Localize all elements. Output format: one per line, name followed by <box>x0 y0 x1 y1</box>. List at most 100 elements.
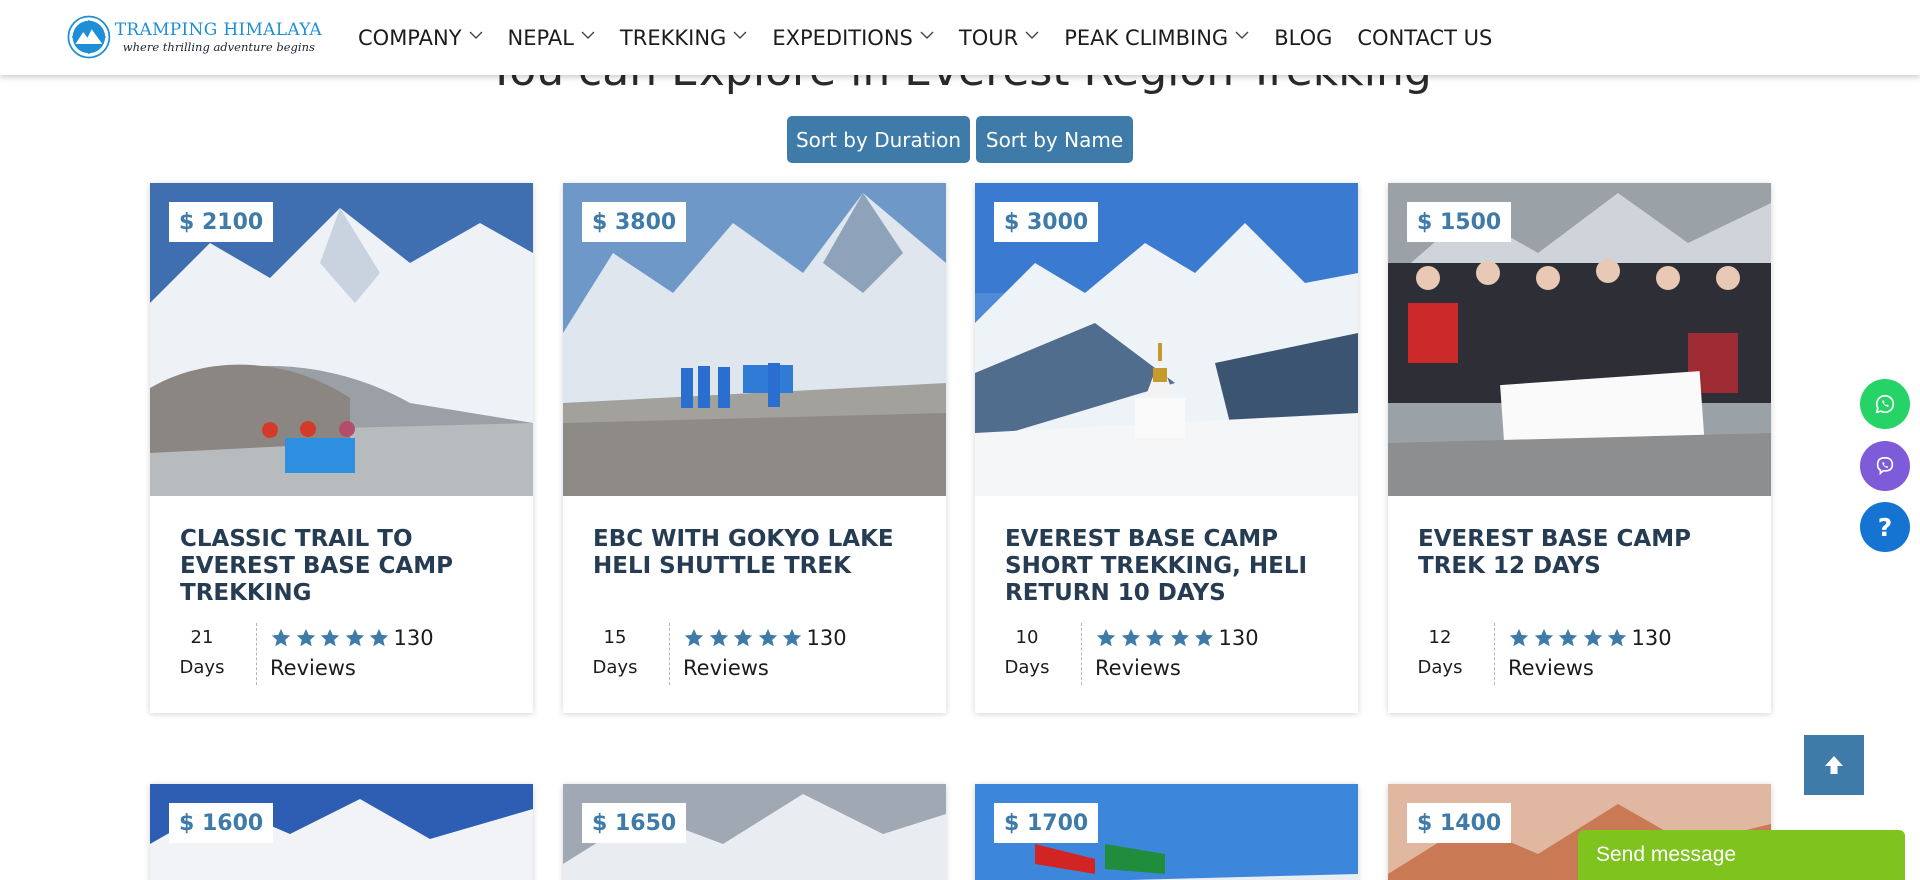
whatsapp-button[interactable] <box>1860 379 1910 429</box>
nav-item-contact-us[interactable]: CONTACT US <box>1357 26 1492 50</box>
duration-unit: Days <box>1004 657 1050 678</box>
trip-meta: 10 Days 130 Reviews <box>975 623 1358 685</box>
star-icon <box>345 628 364 647</box>
price-badge: $ 1700 <box>994 803 1099 843</box>
chevron-down-icon <box>733 31 747 39</box>
nav-item-label: BLOG <box>1274 25 1333 50</box>
nav-item-tour[interactable]: TOUR <box>959 26 1039 50</box>
sort-by-duration-button[interactable]: Sort by Duration <box>787 116 970 163</box>
help-icon: ? <box>1877 512 1893 542</box>
price-badge: $ 3800 <box>582 202 687 242</box>
nav-item-company[interactable]: COMPANY <box>358 26 483 50</box>
trip-meta: 21 Days 130 Reviews <box>150 623 533 685</box>
nav-item-label: TOUR <box>958 25 1019 50</box>
trip-card-image[interactable]: $ 1500 <box>1388 183 1771 496</box>
duration-value: 15 <box>603 627 627 648</box>
review-count: 130 <box>393 626 434 650</box>
arrow-up-icon <box>1825 756 1843 774</box>
viber-button[interactable] <box>1860 441 1910 491</box>
trip-title[interactable]: CLASSIC TRAIL TO EVEREST BASE CAMP TREKK… <box>180 526 510 607</box>
review-label: Reviews <box>1095 656 1181 680</box>
trip-card[interactable]: $ 2100 CLASSIC TRAIL TO EVEREST BASE CAMP… <box>150 183 533 713</box>
trip-rating: 130 Reviews <box>270 623 434 683</box>
sort-by-name-button[interactable]: Sort by Name <box>976 116 1133 163</box>
chevron-down-icon <box>920 31 934 39</box>
star-icon <box>1583 628 1602 647</box>
star-icon <box>1509 628 1529 647</box>
meta-divider <box>1081 623 1082 685</box>
chevron-down-icon <box>469 31 483 39</box>
star-icon <box>1170 628 1189 647</box>
star-icon <box>1194 628 1214 647</box>
trip-card-image[interactable]: $ 1650 <box>563 784 946 880</box>
price-badge: $ 3000 <box>994 202 1099 242</box>
nav-item-expeditions[interactable]: EXPEDITIONS <box>772 26 934 50</box>
chevron-down-icon <box>581 31 595 39</box>
duration-unit: Days <box>592 657 638 678</box>
star-icon <box>369 628 389 647</box>
site-logo[interactable]: TRAMPING HIMALAYA where thrilling advent… <box>67 6 322 68</box>
meta-divider <box>256 623 257 685</box>
logo-name: TRAMPING HIMALAYA <box>114 20 322 40</box>
meta-divider <box>1494 623 1495 685</box>
nav-item-trekking[interactable]: TREKKING <box>620 26 747 50</box>
trip-duration: 15 Days <box>583 623 647 683</box>
star-icon <box>758 628 777 647</box>
trip-meta: 15 Days 130 Reviews <box>563 623 946 685</box>
star-icon <box>1121 628 1140 647</box>
duration-value: 21 <box>190 627 214 648</box>
help-button[interactable]: ? <box>1860 502 1910 552</box>
nav-item-nepal[interactable]: NEPAL <box>508 26 595 50</box>
star-icon <box>320 628 340 647</box>
price-badge: $ 1650 <box>582 803 687 843</box>
trip-card-image[interactable]: $ 3000 <box>975 183 1358 496</box>
nav-item-label: PEAK CLIMBING <box>1064 25 1229 50</box>
back-to-top-button[interactable] <box>1804 735 1864 795</box>
star-icon <box>733 628 753 647</box>
trip-duration: 10 Days <box>995 623 1059 683</box>
price-badge: $ 2100 <box>169 202 274 242</box>
main-menu: COMPANY NEPAL TREKKING EXPEDITIONS TOUR PEAK … <box>358 0 1517 75</box>
nav-item-label: EXPEDITIONS <box>772 25 913 50</box>
meta-divider <box>669 623 670 685</box>
review-count: 130 <box>1631 626 1672 650</box>
review-label: Reviews <box>270 656 356 680</box>
trip-rating: 130 Reviews <box>683 623 847 683</box>
trip-card[interactable]: $ 3800 EBC WITH GOKYO LAKE HELI SHUTTLE T… <box>563 183 946 713</box>
logo-tagline: where thrilling adventure begins <box>122 40 315 54</box>
chevron-down-icon <box>1235 31 1249 39</box>
duration-value: 10 <box>1015 627 1039 648</box>
rating-stars: 130 <box>270 623 434 653</box>
top-navbar: TRAMPING HIMALAYA where thrilling advent… <box>0 0 1920 75</box>
nav-item-label: TREKKING <box>619 25 727 50</box>
trip-rating: 130 Reviews <box>1095 623 1259 683</box>
trip-title[interactable]: EVEREST BASE CAMP SHORT TREKKING, HELI R… <box>1005 526 1335 607</box>
review-count: 130 <box>806 626 847 650</box>
logo-emblem-icon <box>67 15 111 59</box>
trip-card-image[interactable]: $ 1600 <box>150 784 533 880</box>
nav-item-peak-climbing[interactable]: PEAK CLIMBING <box>1064 26 1249 50</box>
price-badge: $ 1400 <box>1407 803 1512 843</box>
trip-card[interactable]: $ 3000 EVEREST BASE CAMP SHORT TREKKING, … <box>975 183 1358 713</box>
nav-item-label: COMPANY <box>358 25 462 50</box>
trip-rating: 130 Reviews <box>1508 623 1672 683</box>
trip-card-image[interactable]: $ 3800 <box>563 183 946 496</box>
trip-title[interactable]: EVEREST BASE CAMP TREK 12 DAYS <box>1418 526 1748 580</box>
trip-card[interactable]: $ 1600 <box>150 784 533 880</box>
nav-item-label: CONTACT US <box>1357 25 1493 50</box>
trip-card-image[interactable]: $ 1700 <box>975 784 1358 880</box>
trip-card[interactable]: $ 1500 EVEREST BASE CAMP TREK 12 DAYS 12 Da… <box>1388 183 1771 713</box>
send-message-chat-widget[interactable]: Send message <box>1578 830 1905 880</box>
review-label: Reviews <box>1508 656 1594 680</box>
trip-card-image[interactable]: $ 2100 <box>150 183 533 496</box>
review-count: 130 <box>1218 626 1259 650</box>
star-icon <box>1607 628 1627 647</box>
nav-item-blog[interactable]: BLOG <box>1274 26 1332 50</box>
sort-controls: Sort by Duration Sort by Name <box>787 116 1139 163</box>
rating-stars: 130 <box>1508 623 1672 653</box>
trip-title[interactable]: EBC WITH GOKYO LAKE HELI SHUTTLE TREK <box>593 526 923 580</box>
duration-unit: Days <box>179 657 225 678</box>
trip-card[interactable]: $ 1700 <box>975 784 1358 880</box>
nav-item-label: NEPAL <box>507 25 574 50</box>
trip-card[interactable]: $ 1650 <box>563 784 946 880</box>
